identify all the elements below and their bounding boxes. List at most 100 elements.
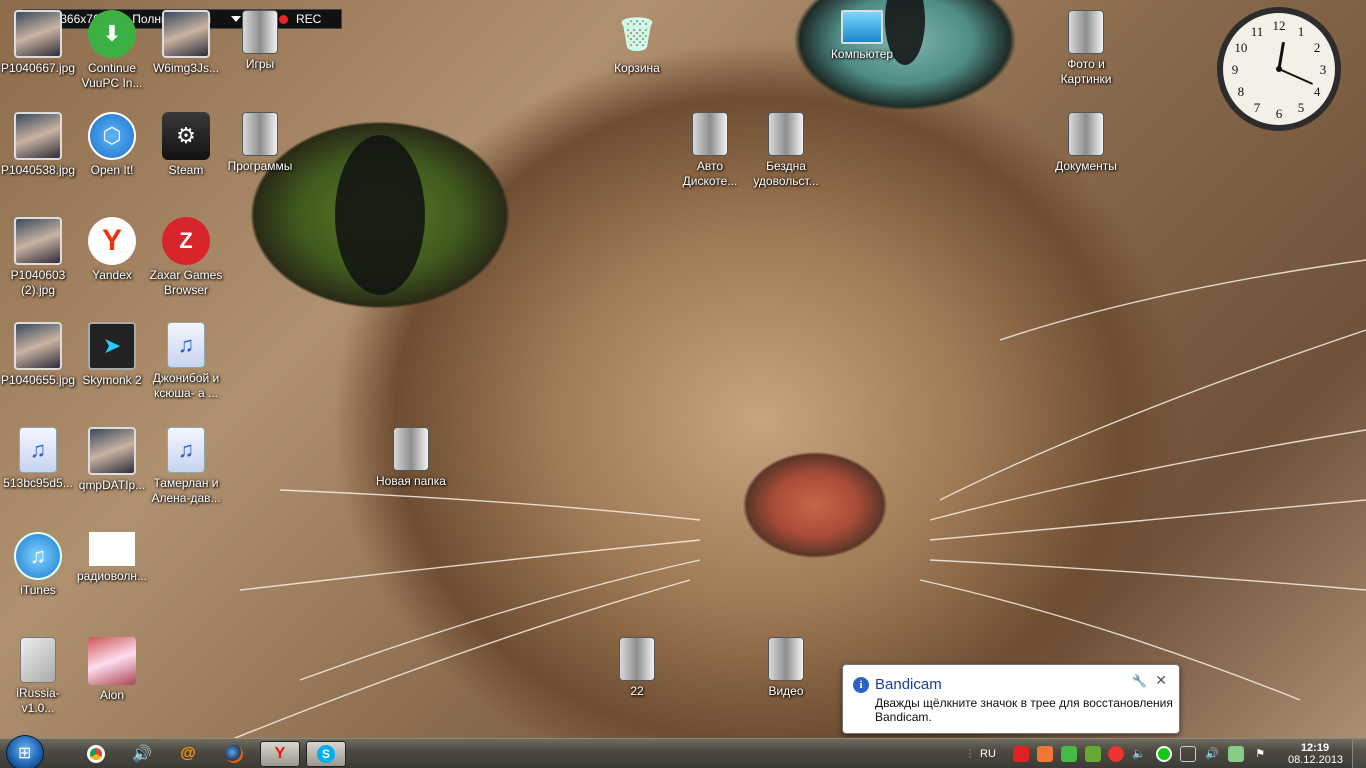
desktop-icon-novaya-papka[interactable]: Новая папка	[373, 427, 449, 489]
desktop-icon-p1040538[interactable]: P1040538.jpg	[0, 112, 76, 178]
desktop-icon-label: Open It!	[90, 163, 134, 177]
desktop-icon-avto-diskoteka[interactable]: Авто Дискоте...	[672, 112, 748, 189]
photo-icon	[88, 427, 136, 475]
desktop-icon-label: Игры	[245, 57, 275, 71]
taskbar-chrome-button[interactable]	[76, 741, 116, 767]
speaker-icon[interactable]: 🔈	[1131, 746, 1147, 762]
chrome-icon	[87, 745, 105, 763]
desktop-icon-open-it[interactable]: ⬡ Open It!	[74, 112, 150, 178]
audio-file-icon: ♫	[167, 427, 205, 473]
volume-icon[interactable]: 🔊	[1204, 746, 1220, 762]
shortcut-icon	[89, 532, 135, 566]
desktop-icon-label: P1040655.jpg	[0, 373, 76, 387]
photo-icon	[162, 10, 210, 58]
desktop-icon-513bc95d5[interactable]: ♫ 513bc95d5...	[0, 427, 76, 491]
clock-numeral: 10	[1234, 40, 1247, 55]
desktop-icon-tamerlan[interactable]: ♫ Тамерлан и Алена-дав...	[148, 427, 224, 506]
desktop-icon-video[interactable]: Видео	[748, 637, 824, 699]
clock-numeral: 8	[1238, 84, 1245, 99]
folder-icon	[242, 10, 278, 54]
desktop-icon-label: Новая папка	[376, 474, 446, 488]
clock-dial: 12 12 3 45678 9 10 11	[1232, 18, 1327, 121]
folder-icon	[768, 112, 804, 156]
taskbar-firefox-button[interactable]	[214, 741, 254, 767]
desktop-icon-programmy[interactable]: Программы	[222, 112, 298, 174]
action-center-flag-icon[interactable]: ⚑	[1252, 746, 1268, 762]
nvidia-icon[interactable]	[1085, 746, 1101, 762]
desktop-icon-label: P1040667.jpg	[0, 61, 76, 75]
clock-numeral: 7	[1254, 100, 1261, 115]
tray-handle-icon: ⋮	[964, 748, 976, 760]
desktop-icon-skymonk[interactable]: ➤ Skymonk 2	[74, 322, 150, 388]
taskbar-mail-agent-button[interactable]: @	[168, 741, 208, 767]
yandex-icon: Y	[274, 745, 286, 762]
taskbar-clock[interactable]: 12:19 08.12.2013	[1288, 742, 1343, 766]
taskbar: 🔊 @ Y S ⋮ RU 🔈 🔊 ⚑ 12:19 08.12.2013	[0, 735, 1366, 768]
tray-app-icon[interactable]	[1013, 746, 1029, 762]
desktop-icon-dzhoniboy[interactable]: ♫ Джонибой и ксюша- а ...	[148, 322, 224, 401]
clock-numeral: 4	[1314, 84, 1321, 99]
desktop-icon-igry[interactable]: Игры	[222, 10, 298, 72]
clock-numeral: 1	[1298, 24, 1305, 39]
folder-icon	[768, 637, 804, 681]
steam-icon: ⚙	[162, 112, 210, 160]
language-indicator[interactable]: RU	[980, 746, 996, 762]
desktop-icon-foto-kartinki[interactable]: Фото и Картинки	[1048, 10, 1124, 87]
desktop-icon-aion[interactable]: Aion	[74, 637, 150, 703]
desktop-icon-kompyuter[interactable]: Компьютер	[824, 10, 900, 62]
desktop-icon-bezdna[interactable]: Бездна удовольст...	[748, 112, 824, 189]
desktop-icon-label: Документы	[1055, 159, 1117, 173]
network-icon[interactable]	[1180, 746, 1196, 762]
desktop-icon-w6img[interactable]: W6img3Js...	[148, 10, 224, 76]
clock-minute-hand	[1278, 68, 1313, 85]
tray-app-icon[interactable]	[1228, 746, 1244, 762]
desktop-icon-radiovoln[interactable]: радиоволн...	[74, 532, 150, 584]
desktop-icon-p1040655[interactable]: P1040655.jpg	[0, 322, 76, 388]
info-icon: i	[853, 677, 869, 693]
desktop-icon-qmpdatip[interactable]: qmpDATIp...	[74, 427, 150, 493]
desktop-icon-itunes[interactable]: ♫ iTunes	[0, 532, 76, 598]
clock-numeral: 12	[1273, 18, 1286, 33]
desktop-icon-irussia[interactable]: iRussia-v1.0...	[0, 637, 76, 716]
desktop-icon-zaxar[interactable]: Z Zaxar Games Browser	[148, 217, 224, 298]
tray-app-icon[interactable]	[1108, 746, 1124, 762]
desktop-icon-label: Continue VuuPC In...	[81, 61, 143, 90]
desktop-icon-label: iTunes	[20, 583, 56, 597]
clock-gadget[interactable]: 12 1 2 3 4 5 6 7 8 9 10 11	[1217, 7, 1341, 131]
tray-app-icon[interactable]	[1061, 746, 1077, 762]
desktop-icon-p1040603[interactable]: P1040603 (2).jpg	[0, 217, 76, 298]
audio-file-icon: ♫	[167, 322, 205, 368]
close-icon[interactable]: ✕	[1155, 672, 1167, 689]
desktop-icon-continue-vuupc[interactable]: ⬇ Continue VuuPC In...	[74, 10, 150, 91]
wrench-icon[interactable]: 🔧	[1132, 674, 1147, 688]
desktop-icon-yandex[interactable]: Y Yandex	[74, 217, 150, 283]
desktop-icon-steam[interactable]: ⚙ Steam	[148, 112, 224, 178]
show-desktop-button[interactable]	[1352, 739, 1366, 768]
zaxar-icon: Z	[162, 217, 210, 265]
desktop-icon-label: Тамерлан и Алена-дав...	[151, 476, 221, 505]
taskbar-skype-button[interactable]: S	[306, 741, 346, 767]
photo-icon	[14, 217, 62, 265]
desktop-icon-p1040667[interactable]: P1040667.jpg	[0, 10, 76, 76]
desktop-icon-label: Zaxar Games Browser	[149, 268, 223, 297]
bandicam-tray-icon[interactable]	[1156, 746, 1172, 762]
photo-icon	[14, 322, 62, 370]
skymonk-icon: ➤	[88, 322, 136, 370]
folder-icon	[393, 427, 429, 471]
notification-title: Bandicam	[875, 676, 942, 693]
desktop-icon-label: радиоволн...	[76, 569, 147, 583]
desktop-icon-label: Программы	[227, 159, 293, 173]
rec-button[interactable]: REC	[296, 12, 321, 26]
clock-center-pin	[1276, 66, 1282, 72]
desktop-icon-22[interactable]: 22	[599, 637, 675, 699]
desktop-icon-dokumenty[interactable]: Документы	[1048, 112, 1124, 174]
tray-app-icon[interactable]	[1037, 746, 1053, 762]
desktop-icon-label: P1040538.jpg	[0, 163, 76, 177]
taskbar-media-player-button[interactable]: 🔊	[122, 741, 162, 767]
clock-numeral: 5	[1298, 100, 1305, 115]
desktop-icon-label: Skymonk 2	[82, 373, 142, 387]
taskbar-yandex-button[interactable]: Y	[260, 741, 300, 767]
start-button[interactable]	[6, 735, 44, 768]
bandicam-notification[interactable]: i Bandicam 🔧 ✕ Дважды щёлкните значок в …	[842, 664, 1180, 734]
desktop-icon-korzina[interactable]: 🗑 Корзина	[599, 10, 675, 76]
